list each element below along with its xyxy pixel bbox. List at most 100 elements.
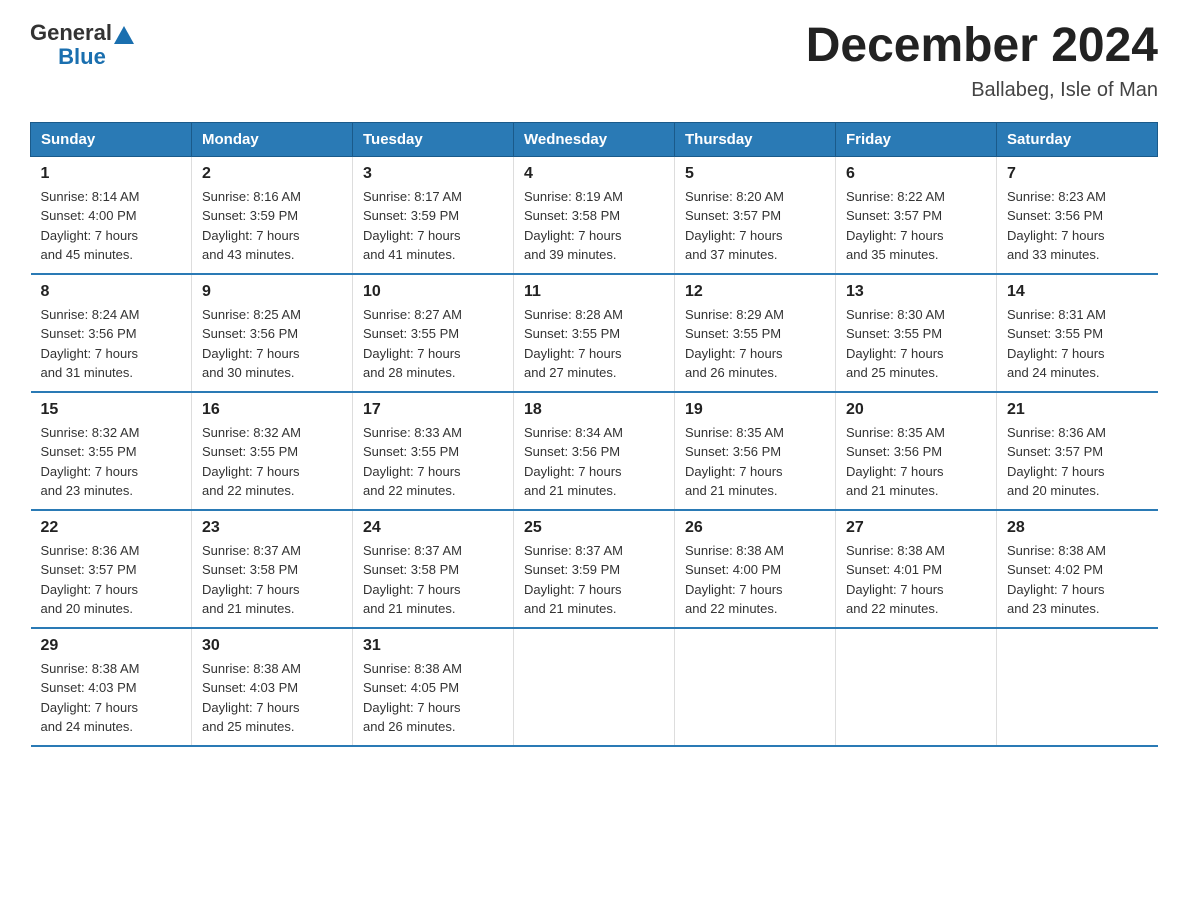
day-number: 30 [202,637,342,655]
day-info: Sunrise: 8:19 AM Sunset: 3:58 PM Dayligh… [524,187,664,265]
calendar-cell: 6Sunrise: 8:22 AM Sunset: 3:57 PM Daylig… [836,156,997,274]
header-friday: Friday [836,122,997,156]
calendar-cell [997,628,1158,746]
day-info: Sunrise: 8:33 AM Sunset: 3:55 PM Dayligh… [363,423,503,501]
week-row-4: 22 Sunrise: 8:36 AM Sunset: 3:57 PM Dayli… [31,510,1158,628]
calendar-cell: 13 Sunrise: 8:30 AM Sunset: 3:55 PM Dayli… [836,274,997,392]
calendar-cell: 30 Sunrise: 8:38 AM Sunset: 4:03 PM Dayli… [192,628,353,746]
day-number: 10 [363,283,503,301]
week-row-1: 1 Sunrise: 8:14 AM Sunset: 4:00 PM Daylig… [31,156,1158,274]
day-info: Sunrise: 8:32 AM Sunset: 3:55 PM Dayligh… [41,423,182,501]
week-row-2: 8Sunrise: 8:24 AM Sunset: 3:56 PM Daylig… [31,274,1158,392]
calendar-cell: 20Sunrise: 8:35 AM Sunset: 3:56 PM Dayli… [836,392,997,510]
day-number: 11 [524,283,664,301]
day-info: Sunrise: 8:24 AM Sunset: 3:56 PM Dayligh… [41,305,182,383]
calendar-cell: 25Sunrise: 8:37 AM Sunset: 3:59 PM Dayli… [514,510,675,628]
calendar-cell: 1 Sunrise: 8:14 AM Sunset: 4:00 PM Daylig… [31,156,192,274]
header-sunday: Sunday [31,122,192,156]
day-number: 4 [524,165,664,183]
day-number: 3 [363,165,503,183]
day-number: 15 [41,401,182,419]
header-wednesday: Wednesday [514,122,675,156]
day-number: 1 [41,165,182,183]
day-info: Sunrise: 8:38 AM Sunset: 4:05 PM Dayligh… [363,659,503,737]
header-tuesday: Tuesday [353,122,514,156]
calendar-cell: 8Sunrise: 8:24 AM Sunset: 3:56 PM Daylig… [31,274,192,392]
day-number: 18 [524,401,664,419]
calendar-cell: 15 Sunrise: 8:32 AM Sunset: 3:55 PM Dayli… [31,392,192,510]
calendar-cell: 23 Sunrise: 8:37 AM Sunset: 3:58 PM Dayli… [192,510,353,628]
day-info: Sunrise: 8:36 AM Sunset: 3:57 PM Dayligh… [41,541,182,619]
header-saturday: Saturday [997,122,1158,156]
day-number: 14 [1007,283,1148,301]
calendar-cell: 2Sunrise: 8:16 AM Sunset: 3:59 PM Daylig… [192,156,353,274]
day-number: 28 [1007,519,1148,537]
calendar-cell: 9 Sunrise: 8:25 AM Sunset: 3:56 PM Daylig… [192,274,353,392]
day-info: Sunrise: 8:25 AM Sunset: 3:56 PM Dayligh… [202,305,342,383]
logo-icon: General Blue [30,20,134,70]
calendar-cell: 19 Sunrise: 8:35 AM Sunset: 3:56 PM Dayli… [675,392,836,510]
day-info: Sunrise: 8:37 AM Sunset: 3:59 PM Dayligh… [524,541,664,619]
day-info: Sunrise: 8:34 AM Sunset: 3:56 PM Dayligh… [524,423,664,501]
day-number: 16 [202,401,342,419]
title-block: December 2024 Ballabeg, Isle of Man [806,20,1158,102]
day-number: 23 [202,519,342,537]
day-number: 19 [685,401,825,419]
day-number: 20 [846,401,986,419]
calendar-cell: 14 Sunrise: 8:31 AM Sunset: 3:55 PM Dayli… [997,274,1158,392]
calendar-cell: 31Sunrise: 8:38 AM Sunset: 4:05 PM Dayli… [353,628,514,746]
day-info: Sunrise: 8:36 AM Sunset: 3:57 PM Dayligh… [1007,423,1148,501]
header-monday: Monday [192,122,353,156]
day-number: 22 [41,519,182,537]
day-number: 29 [41,637,182,655]
day-number: 24 [363,519,503,537]
calendar-cell [675,628,836,746]
day-number: 13 [846,283,986,301]
day-info: Sunrise: 8:35 AM Sunset: 3:56 PM Dayligh… [685,423,825,501]
day-info: Sunrise: 8:28 AM Sunset: 3:55 PM Dayligh… [524,305,664,383]
calendar-header-row: SundayMondayTuesdayWednesdayThursdayFrid… [31,122,1158,156]
day-number: 9 [202,283,342,301]
day-info: Sunrise: 8:14 AM Sunset: 4:00 PM Dayligh… [41,187,182,265]
week-row-3: 15 Sunrise: 8:32 AM Sunset: 3:55 PM Dayli… [31,392,1158,510]
calendar-cell: 26 Sunrise: 8:38 AM Sunset: 4:00 PM Dayli… [675,510,836,628]
day-info: Sunrise: 8:38 AM Sunset: 4:00 PM Dayligh… [685,541,825,619]
week-row-5: 29 Sunrise: 8:38 AM Sunset: 4:03 PM Dayli… [31,628,1158,746]
day-info: Sunrise: 8:37 AM Sunset: 3:58 PM Dayligh… [363,541,503,619]
calendar-cell: 28 Sunrise: 8:38 AM Sunset: 4:02 PM Dayli… [997,510,1158,628]
subtitle: Ballabeg, Isle of Man [806,79,1158,102]
calendar-cell: 21Sunrise: 8:36 AM Sunset: 3:57 PM Dayli… [997,392,1158,510]
day-info: Sunrise: 8:31 AM Sunset: 3:55 PM Dayligh… [1007,305,1148,383]
day-info: Sunrise: 8:23 AM Sunset: 3:56 PM Dayligh… [1007,187,1148,265]
calendar-cell: 7 Sunrise: 8:23 AM Sunset: 3:56 PM Daylig… [997,156,1158,274]
calendar-cell: 10 Sunrise: 8:27 AM Sunset: 3:55 PM Dayli… [353,274,514,392]
logo: General Blue [30,20,134,70]
day-number: 2 [202,165,342,183]
day-number: 26 [685,519,825,537]
day-info: Sunrise: 8:37 AM Sunset: 3:58 PM Dayligh… [202,541,342,619]
logo-general-text: General [30,20,112,46]
day-info: Sunrise: 8:30 AM Sunset: 3:55 PM Dayligh… [846,305,986,383]
day-info: Sunrise: 8:32 AM Sunset: 3:55 PM Dayligh… [202,423,342,501]
day-info: Sunrise: 8:38 AM Sunset: 4:02 PM Dayligh… [1007,541,1148,619]
calendar-cell: 29 Sunrise: 8:38 AM Sunset: 4:03 PM Dayli… [31,628,192,746]
calendar-cell: 12Sunrise: 8:29 AM Sunset: 3:55 PM Dayli… [675,274,836,392]
day-info: Sunrise: 8:20 AM Sunset: 3:57 PM Dayligh… [685,187,825,265]
day-info: Sunrise: 8:38 AM Sunset: 4:03 PM Dayligh… [202,659,342,737]
calendar-cell: 5 Sunrise: 8:20 AM Sunset: 3:57 PM Daylig… [675,156,836,274]
calendar-table: SundayMondayTuesdayWednesdayThursdayFrid… [30,122,1158,747]
day-number: 27 [846,519,986,537]
calendar-cell: 18 Sunrise: 8:34 AM Sunset: 3:56 PM Dayli… [514,392,675,510]
logo-triangle-icon [114,26,134,44]
calendar-cell [514,628,675,746]
calendar-cell: 4 Sunrise: 8:19 AM Sunset: 3:58 PM Daylig… [514,156,675,274]
day-info: Sunrise: 8:38 AM Sunset: 4:03 PM Dayligh… [41,659,182,737]
day-number: 5 [685,165,825,183]
calendar-cell [836,628,997,746]
header-thursday: Thursday [675,122,836,156]
calendar-cell: 11 Sunrise: 8:28 AM Sunset: 3:55 PM Dayli… [514,274,675,392]
page-header: General Blue December 2024 Ballabeg, Isl… [30,20,1158,102]
day-number: 7 [1007,165,1148,183]
calendar-cell: 3Sunrise: 8:17 AM Sunset: 3:59 PM Daylig… [353,156,514,274]
day-info: Sunrise: 8:27 AM Sunset: 3:55 PM Dayligh… [363,305,503,383]
